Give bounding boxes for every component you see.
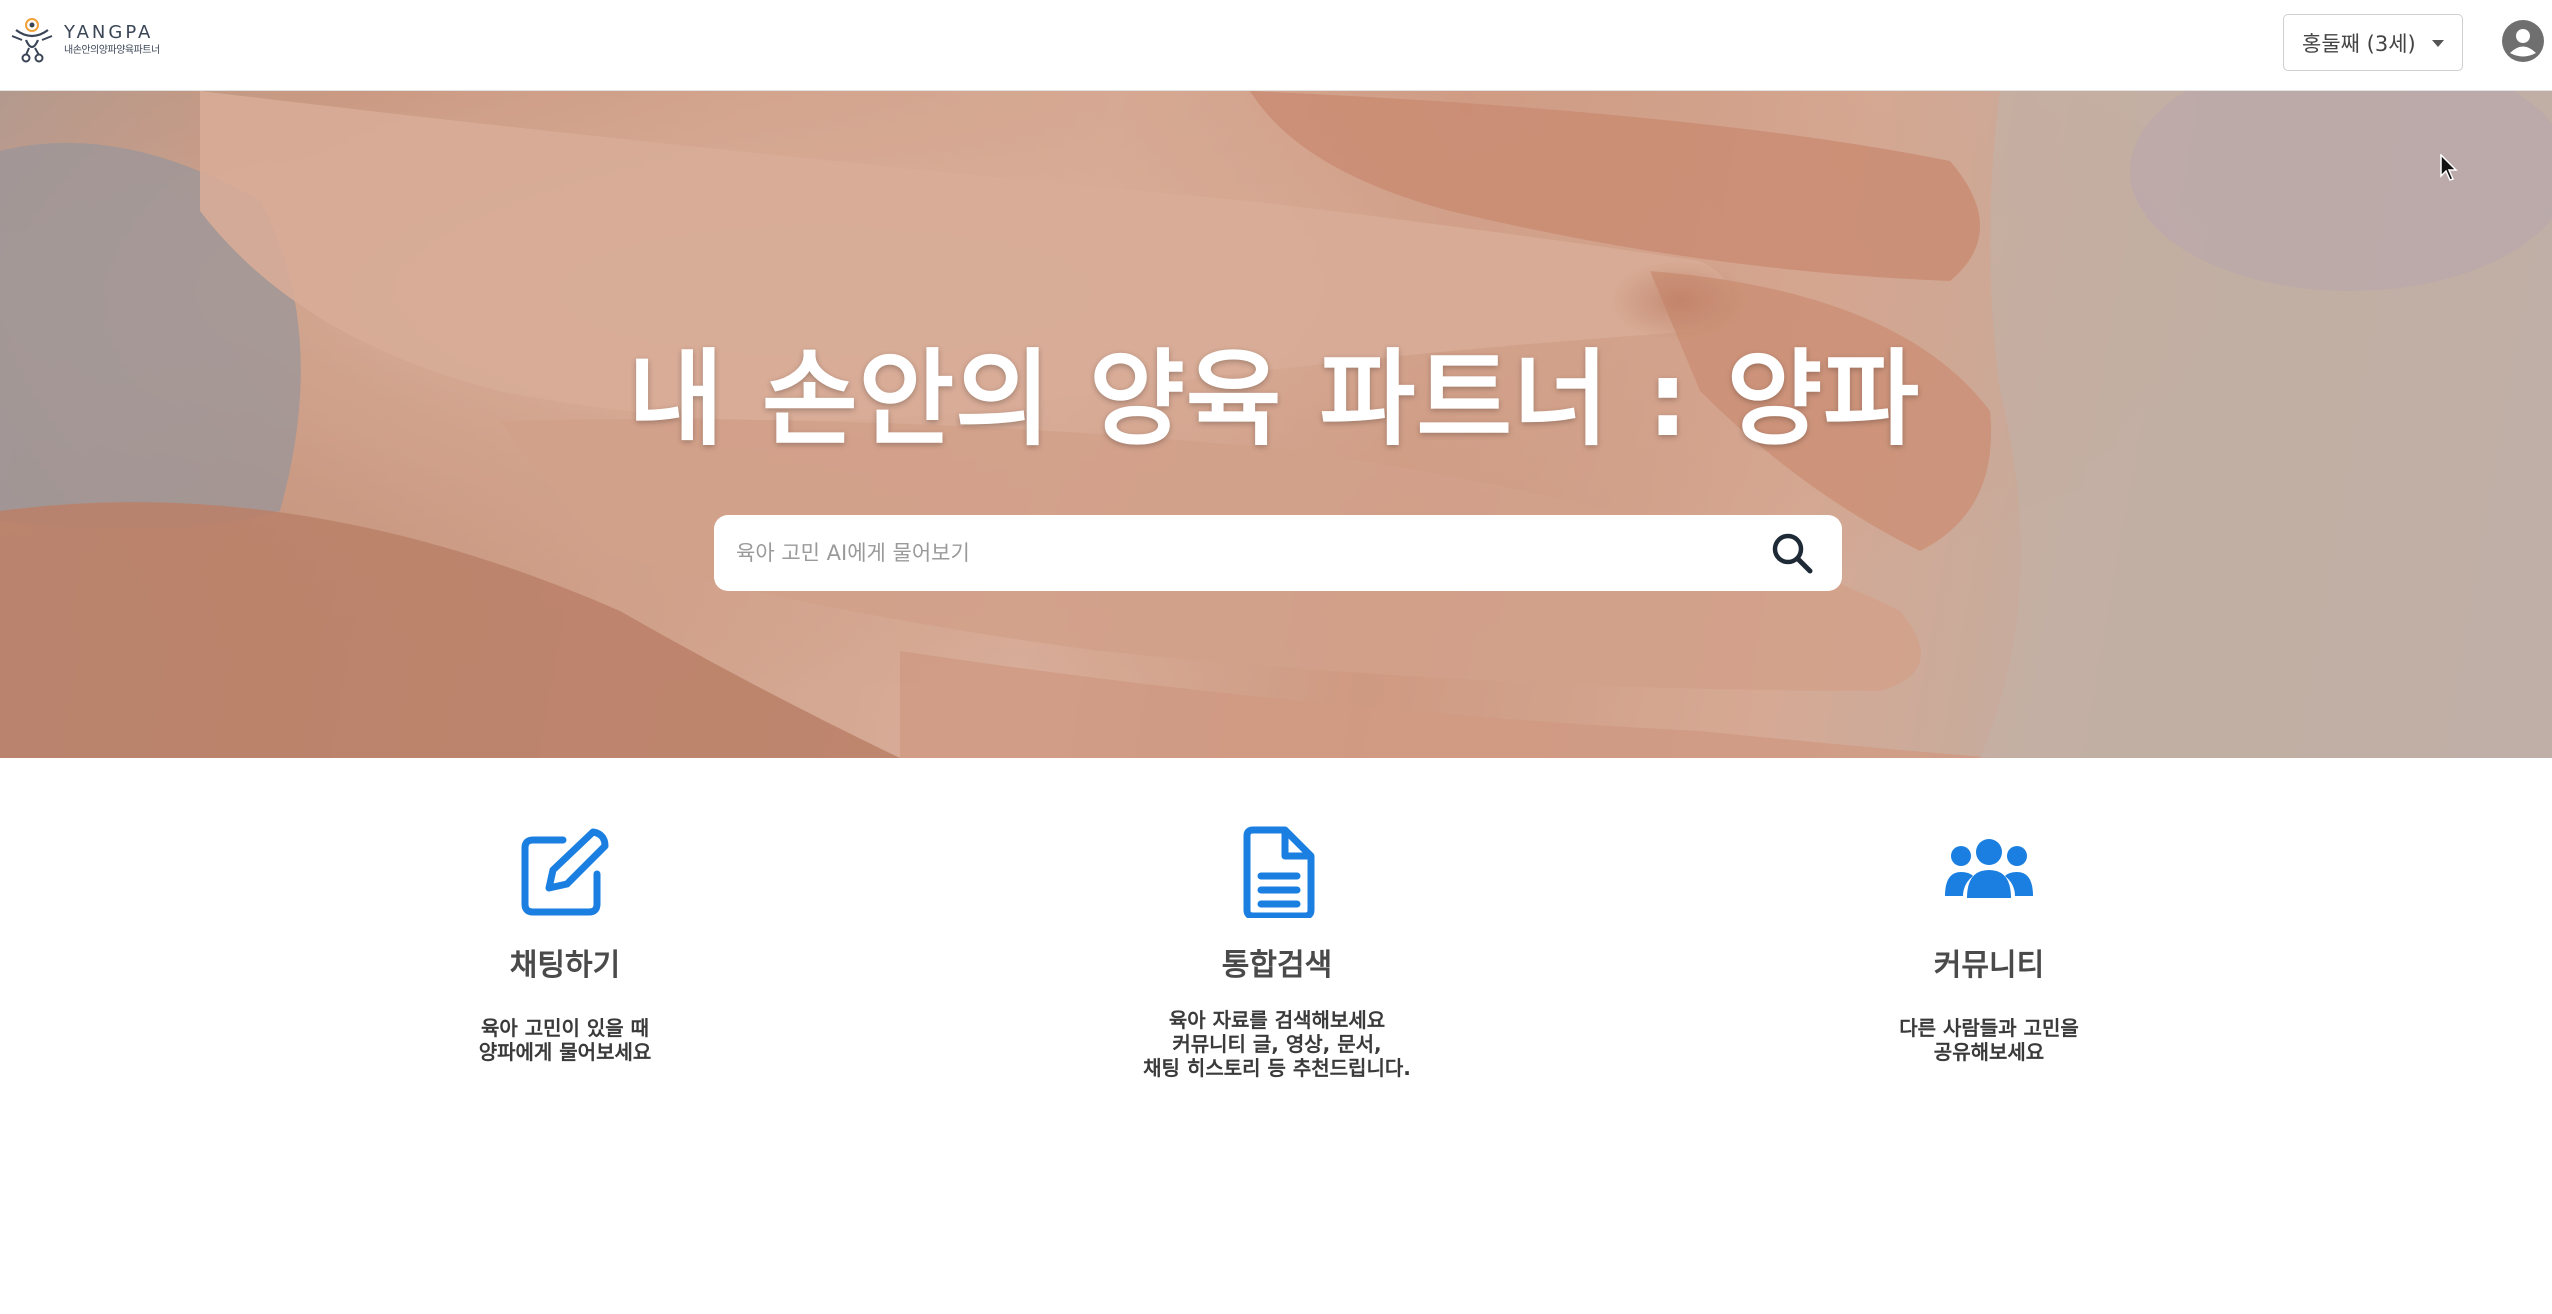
feature-search-title: 통합검색 xyxy=(1221,948,1333,983)
feature-chat-desc-line: 육아 고민이 있을 때 xyxy=(480,1016,650,1040)
hero-banner: 내 손안의 양육 파트너 : 양파 xyxy=(0,91,2552,758)
document-icon xyxy=(1243,826,1315,918)
ai-search-input[interactable] xyxy=(734,540,1694,566)
feature-chat-desc-line: 양파에게 물어보세요 xyxy=(478,1040,652,1064)
feature-search-desc-line: 육아 자료를 검색해보세요 xyxy=(1168,1008,1386,1032)
hero-title: 내 손안의 양육 파트너 : 양파 xyxy=(627,338,1921,460)
logo-subtitle: 내손안의양파양육파트너 xyxy=(64,45,160,56)
feature-chat[interactable]: 채팅하기 육아 고민이 있을 때 양파에게 물어보세요 xyxy=(265,826,865,1064)
feature-search[interactable]: 통합검색 육아 자료를 검색해보세요 커뮤니티 글, 영상, 문서, 채팅 히스… xyxy=(977,826,1577,1080)
feature-community[interactable]: 커뮤니티 다른 사람들과 고민을 공유해보세요 xyxy=(1689,826,2289,1064)
mouse-cursor-icon xyxy=(2440,154,2458,181)
edit-icon xyxy=(521,828,609,916)
child-select-dropdown[interactable]: 홍둘째 (3세) xyxy=(2283,14,2463,71)
logo-title: YANGPA xyxy=(64,22,154,43)
logo-mark-icon xyxy=(11,18,53,63)
feature-chat-title: 채팅하기 xyxy=(509,948,621,983)
child-select-value: 홍둘째 (3세) xyxy=(2302,31,2416,56)
feature-search-desc: 육아 자료를 검색해보세요 커뮤니티 글, 영상, 문서, 채팅 히스토리 등 … xyxy=(977,1008,1577,1080)
ai-search-bar[interactable] xyxy=(714,515,1842,591)
feature-community-title: 커뮤니티 xyxy=(1933,948,2045,983)
user-circle-icon[interactable] xyxy=(2502,20,2544,62)
top-navbar: YANGPA 내손안의양파양육파트너 홍둘째 (3세) xyxy=(0,0,2552,91)
feature-search-desc-line: 커뮤니티 글, 영상, 문서, xyxy=(1172,1032,1382,1056)
users-icon xyxy=(1945,839,2033,898)
yangpa-logo[interactable]: YANGPA 내손안의양파양육파트너 xyxy=(8,14,160,66)
search-icon[interactable] xyxy=(1770,531,1814,575)
feature-community-desc-line: 공유해보세요 xyxy=(1933,1040,2045,1064)
caret-down-icon xyxy=(2432,40,2444,47)
feature-search-desc-line: 채팅 히스토리 등 추천드립니다. xyxy=(1143,1056,1411,1080)
feature-chat-desc: 육아 고민이 있을 때 양파에게 물어보세요 xyxy=(265,1016,865,1064)
feature-community-desc-line: 다른 사람들과 고민을 xyxy=(1899,1016,2079,1040)
feature-community-desc: 다른 사람들과 고민을 공유해보세요 xyxy=(1689,1016,2289,1064)
